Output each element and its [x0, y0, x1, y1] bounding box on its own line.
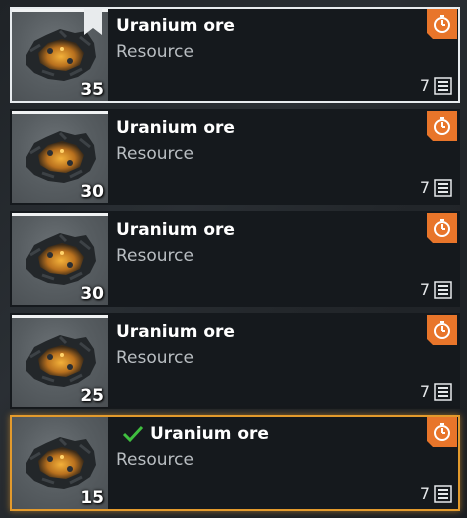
list-icon	[434, 382, 452, 401]
item-title-row: Uranium ore	[116, 220, 235, 240]
timer-badge[interactable]	[427, 417, 457, 447]
stack-count: 15	[80, 488, 104, 508]
quantity-indicator: 7	[420, 484, 452, 503]
quantity-value: 7	[419, 484, 430, 503]
item-list: 35 Uranium ore Resource 7 30 Uranium ore…	[10, 7, 460, 517]
item-thumbnail: 30	[12, 213, 108, 305]
quantity-indicator: 7	[420, 382, 452, 401]
item-name: Uranium ore	[116, 220, 235, 240]
stopwatch-icon	[432, 218, 452, 238]
quantity-indicator: 7	[420, 178, 452, 197]
item-thumbnail: 15	[12, 417, 108, 509]
item-thumbnail: 30	[12, 111, 108, 203]
stopwatch-icon	[432, 116, 452, 136]
list-item[interactable]: 35 Uranium ore Resource 7	[10, 7, 460, 103]
item-type: Resource	[116, 348, 194, 368]
checkmark-icon	[122, 425, 144, 443]
list-icon	[434, 178, 452, 197]
item-type: Resource	[116, 42, 194, 62]
item-title-row: Uranium ore	[116, 16, 235, 36]
item-title-row: Uranium ore	[116, 118, 235, 138]
uranium-ore-icon	[26, 335, 96, 387]
durability-bar	[12, 315, 108, 318]
item-type: Resource	[116, 144, 194, 164]
item-title-row: Uranium ore	[116, 322, 235, 342]
quantity-value: 7	[419, 382, 430, 401]
list-icon	[434, 76, 452, 95]
durability-bar	[12, 213, 108, 216]
item-title-row: Uranium ore	[114, 424, 269, 444]
list-item[interactable]: 30 Uranium ore Resource 7	[10, 109, 460, 205]
item-name: Uranium ore	[116, 118, 235, 138]
item-thumbnail: 25	[12, 315, 108, 407]
item-type: Resource	[116, 246, 194, 266]
stopwatch-icon	[432, 320, 452, 340]
quantity-value: 7	[419, 76, 430, 95]
item-name: Uranium ore	[116, 16, 235, 36]
list-item[interactable]: 15 Uranium ore Resource 7	[10, 415, 460, 511]
uranium-ore-icon	[26, 131, 96, 183]
list-item[interactable]: 25 Uranium ore Resource 7	[10, 313, 460, 409]
stack-count: 30	[80, 182, 104, 202]
item-name: Uranium ore	[150, 424, 269, 444]
item-thumbnail: 35	[12, 9, 108, 101]
stopwatch-icon	[432, 422, 452, 442]
durability-bar	[12, 111, 108, 114]
quantity-indicator: 7	[420, 280, 452, 299]
stack-count: 25	[80, 386, 104, 406]
stopwatch-icon	[432, 14, 452, 34]
timer-badge[interactable]	[427, 111, 457, 141]
stack-count: 35	[80, 80, 104, 100]
bookmark-icon	[84, 9, 102, 35]
list-icon	[434, 484, 452, 503]
list-icon	[434, 280, 452, 299]
item-name: Uranium ore	[116, 322, 235, 342]
quantity-value: 7	[419, 178, 430, 197]
uranium-ore-icon	[26, 437, 96, 489]
item-type: Resource	[116, 450, 194, 470]
quantity-value: 7	[419, 280, 430, 299]
stack-count: 30	[80, 284, 104, 304]
timer-badge[interactable]	[427, 315, 457, 345]
quantity-indicator: 7	[420, 76, 452, 95]
uranium-ore-icon	[26, 233, 96, 285]
timer-badge[interactable]	[427, 213, 457, 243]
timer-badge[interactable]	[427, 9, 457, 39]
list-item[interactable]: 30 Uranium ore Resource 7	[10, 211, 460, 307]
